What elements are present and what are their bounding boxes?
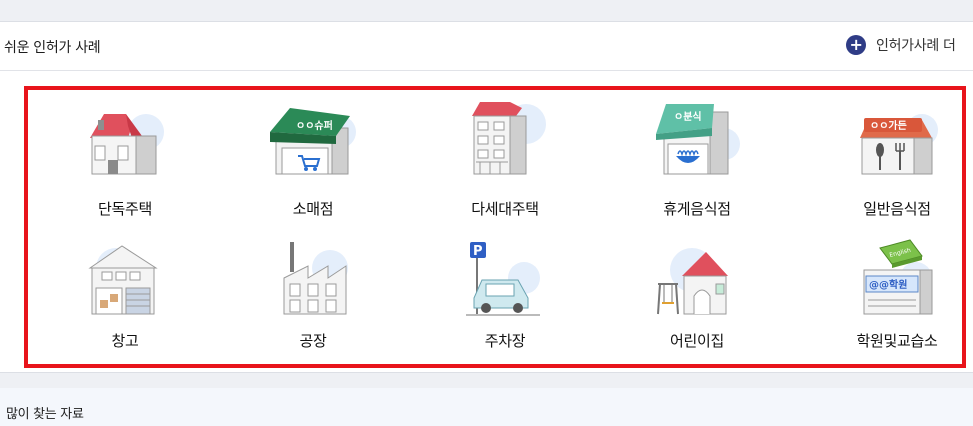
multi-family-house-icon xyxy=(472,102,546,175)
case-label: 단독주택 xyxy=(97,200,152,218)
case-item-snack-restaurant[interactable]: ㅇ분식 휴게음식점 xyxy=(622,98,772,228)
case-item-daycare[interactable]: 어린이집 xyxy=(622,238,772,368)
case-label: 소매점 xyxy=(292,200,334,218)
more-cases-link[interactable]: + 인허가사례 더 xyxy=(846,35,956,55)
svg-text:@@학원: @@학원 xyxy=(869,278,907,291)
case-item-academy[interactable]: English @@학원 학원및교습소 xyxy=(822,238,972,368)
svg-text:ㅇ분식: ㅇ분식 xyxy=(674,110,702,123)
factory-icon xyxy=(283,242,348,315)
case-item-factory[interactable]: 공장 xyxy=(238,238,388,368)
case-item-general-restaurant[interactable]: ㅇㅇ가든 일반음식점 xyxy=(822,98,972,228)
retail-store-icon: ㅇㅇ슈퍼 xyxy=(270,108,356,175)
general-restaurant-icon: ㅇㅇ가든 xyxy=(860,114,938,175)
case-grid: 단독주택 ㅇㅇ슈퍼 소매점 다세대주택 ㅇ분식 휴게음식점 ㅇㅇ가든 일반음식점… xyxy=(24,86,966,368)
snack-restaurant-icon: ㅇ분식 xyxy=(656,104,740,175)
bottom-divider-strip xyxy=(0,372,973,388)
case-label: 공장 xyxy=(299,332,327,350)
svg-text:ㅇㅇ가든: ㅇㅇ가든 xyxy=(870,119,907,132)
academy-icon: English @@학원 xyxy=(863,239,933,315)
case-label: 어린이집 xyxy=(669,332,724,350)
case-item-parking-lot[interactable]: P 주차장 xyxy=(430,238,580,368)
section-title: 쉬운 인허가 사례 xyxy=(4,40,101,56)
case-item-warehouse[interactable]: 창고 xyxy=(50,238,200,368)
more-cases-label: 인허가사례 더 xyxy=(876,38,956,54)
top-divider-strip xyxy=(0,0,973,22)
case-label: 주차장 xyxy=(484,332,526,350)
case-item-multi-family-house[interactable]: 다세대주택 xyxy=(430,98,580,228)
section-header: 쉬운 인허가 사례 + 인허가사례 더 xyxy=(0,22,973,71)
svg-text:P: P xyxy=(473,244,483,259)
case-label: 휴게음식점 xyxy=(663,200,731,218)
daycare-icon xyxy=(657,248,728,315)
case-item-detached-house[interactable]: 단독주택 xyxy=(50,98,200,228)
detached-house-icon xyxy=(90,114,164,175)
case-label: 창고 xyxy=(111,332,139,350)
case-item-retail-store[interactable]: ㅇㅇ슈퍼 소매점 xyxy=(238,98,388,228)
popular-materials-title: 많이 찾는 자료 xyxy=(6,407,84,422)
popular-materials-section: 많이 찾는 자료 xyxy=(0,388,973,426)
case-label: 학원및교습소 xyxy=(856,332,938,350)
parking-lot-icon: P xyxy=(466,242,540,316)
case-label: 일반음식점 xyxy=(863,200,931,218)
warehouse-icon xyxy=(88,245,158,315)
plus-circle-icon: + xyxy=(846,35,866,55)
case-label: 다세대주택 xyxy=(471,200,539,218)
svg-text:ㅇㅇ슈퍼: ㅇㅇ슈퍼 xyxy=(296,119,333,132)
